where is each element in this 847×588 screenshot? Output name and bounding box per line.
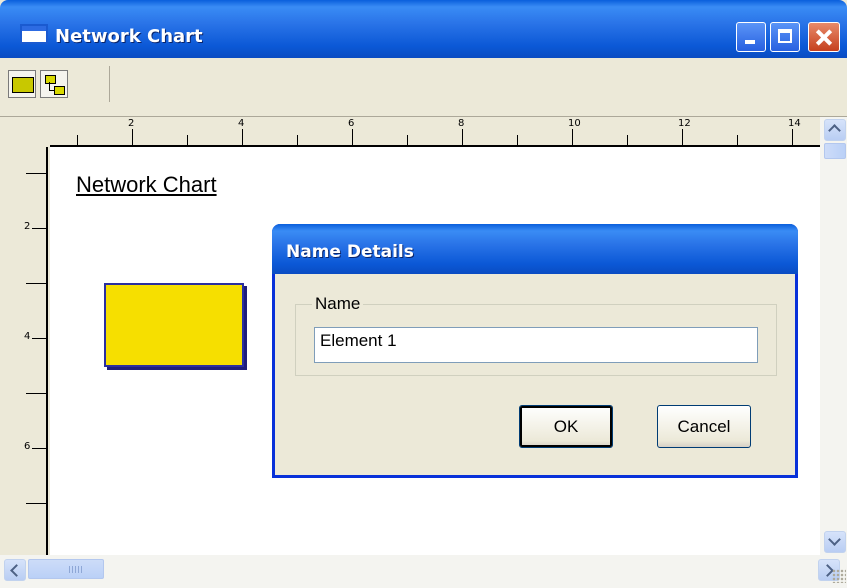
ruler-tick	[26, 283, 46, 284]
ruler-corner	[20, 117, 50, 147]
ruler-tick	[462, 129, 463, 145]
tool-group	[5, 66, 110, 102]
ruler-tick	[26, 503, 46, 504]
name-group-label: Name	[312, 294, 364, 314]
vertical-scrollbar[interactable]	[820, 117, 847, 555]
ruler-tick	[26, 393, 46, 394]
vertical-ruler: 2 4 6	[20, 117, 48, 583]
ruler-tick	[32, 228, 46, 229]
window-title: Network Chart	[55, 26, 203, 47]
resize-grip-icon[interactable]	[832, 569, 846, 583]
name-details-dialog: Name Details Name Element 1 OK Cancel	[272, 224, 798, 478]
close-button[interactable]	[808, 22, 840, 52]
ruler-label-h: 4	[238, 118, 245, 129]
dialog-title: Name Details	[286, 242, 414, 262]
window-icon	[20, 24, 48, 44]
app-window: Network Chart 2 4 6 2 4 6 8 10 12 14 Network Cha…	[0, 0, 847, 588]
scroll-down-button[interactable]	[824, 531, 846, 553]
ruler-tick	[682, 129, 683, 145]
ruler-tick	[407, 135, 408, 145]
vertical-scroll-thumb[interactable]	[824, 143, 846, 159]
ruler-tick	[187, 135, 188, 145]
ruler-label-v: 6	[24, 441, 31, 452]
ruler-tick	[792, 129, 793, 145]
horizontal-ruler: 2 4 6 8 10 12 14	[48, 117, 820, 147]
minimize-button[interactable]	[736, 22, 766, 52]
toolbar	[0, 58, 847, 117]
ruler-tick	[572, 129, 573, 145]
horizontal-scrollbar[interactable]	[0, 555, 847, 588]
ruler-label-h: 2	[128, 118, 135, 129]
document-title[interactable]: Network Chart	[76, 172, 217, 198]
ruler-tick	[77, 135, 78, 145]
network-element-shape[interactable]	[104, 283, 244, 367]
ruler-tick	[32, 448, 46, 449]
ruler-tick	[297, 135, 298, 145]
grip-icon	[69, 566, 83, 573]
scroll-up-button[interactable]	[824, 119, 846, 141]
name-group: Name Element 1	[295, 294, 777, 376]
ruler-tick	[737, 135, 738, 145]
title-bar[interactable]: Network Chart	[0, 0, 847, 58]
ruler-label-v: 2	[24, 221, 31, 232]
ok-button[interactable]: OK	[519, 405, 613, 448]
ruler-label-h: 12	[678, 118, 691, 129]
ruler-tick	[132, 129, 133, 145]
ruler-tick	[517, 135, 518, 145]
horizontal-scroll-thumb[interactable]	[28, 559, 104, 579]
ruler-label-h: 14	[788, 118, 801, 129]
rectangle-tool-button[interactable]	[8, 70, 36, 98]
ruler-label-h: 10	[568, 118, 581, 129]
name-input[interactable]: Element 1	[314, 327, 758, 363]
connector-tool-button[interactable]	[40, 70, 68, 98]
dialog-title-bar[interactable]: Name Details	[272, 224, 798, 274]
maximize-button[interactable]	[770, 22, 800, 52]
ruler-tick	[26, 173, 46, 174]
ruler-label-h: 6	[348, 118, 355, 129]
ruler-tick	[32, 338, 46, 339]
scroll-left-button[interactable]	[4, 559, 26, 581]
ruler-label-v: 4	[24, 331, 31, 342]
ruler-label-h: 8	[458, 118, 465, 129]
ruler-tick	[627, 135, 628, 145]
cancel-button[interactable]: Cancel	[657, 405, 751, 448]
ruler-tick	[242, 129, 243, 145]
ruler-tick	[352, 129, 353, 145]
